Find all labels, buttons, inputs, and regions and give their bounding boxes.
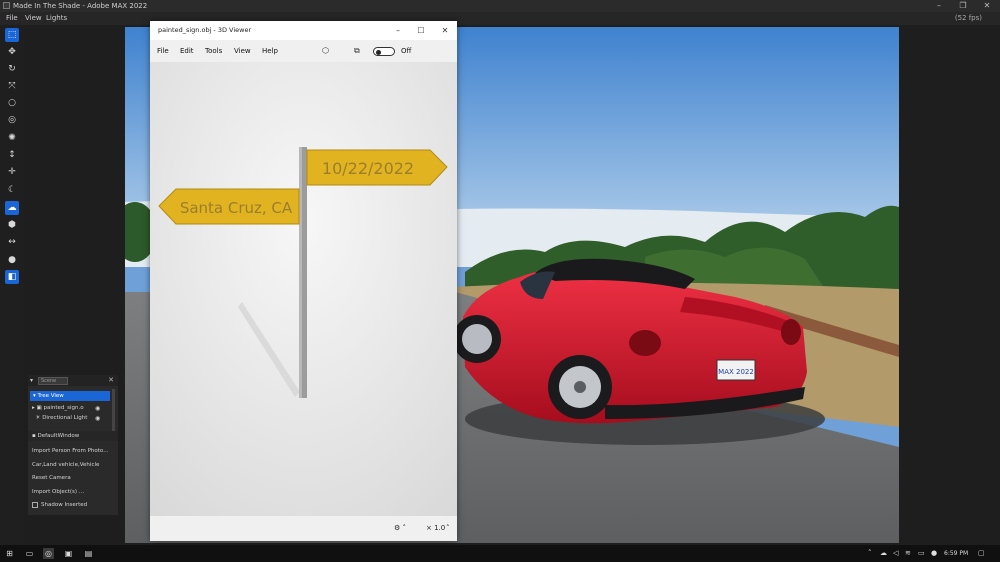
- animation-icon[interactable]: ⚙ ˄: [394, 516, 406, 541]
- filter-icon[interactable]: ▾: [30, 377, 33, 384]
- tree-item-label: painted_sign.o: [43, 405, 84, 411]
- fps-readout: (52 fps): [954, 14, 982, 22]
- cube-tool-icon[interactable]: ⬢: [5, 218, 19, 232]
- orbit-tool-icon[interactable]: ○: [5, 96, 19, 110]
- viewer-statusbar: ⚙ ˄ × 1.0 ˄: [150, 516, 457, 541]
- scene-panel-header: ▾ Scene ✕: [28, 375, 118, 386]
- shadow-inserted-toggle[interactable]: Shadow Inserted: [32, 500, 87, 510]
- measure-tool-icon[interactable]: ↔: [5, 235, 19, 249]
- os-taskbar: ⊞ ▭ ◎ ▣ ▤ ˄ ☁ ◁ ≋ ▭ ● 6:59 PM ▢: [0, 545, 1000, 562]
- height-tool-icon[interactable]: ↕: [5, 148, 19, 162]
- menu-lights[interactable]: Lights: [46, 12, 67, 25]
- viewer-titlebar: painted_sign.obj - 3D Viewer – ☐ ✕: [150, 21, 457, 40]
- viewer-maximize-button[interactable]: ☐: [410, 21, 432, 40]
- menu-file[interactable]: File: [6, 12, 18, 25]
- tree-item-painted-sign[interactable]: ▸ ▣ painted_sign.o ◉: [32, 404, 112, 413]
- tree-view-label: Tree View: [37, 393, 64, 399]
- sphere-tool-icon[interactable]: ●: [5, 253, 19, 267]
- left-toolbar: ⬚ ✥ ↻ ⤧ ○ ◎ ✺ ↕ ✛ ☾ ☁ ⬢ ↔ ● ◧: [0, 25, 24, 545]
- lighting-toggle[interactable]: [373, 47, 395, 56]
- maximize-button[interactable]: ❐: [954, 0, 972, 12]
- scene-panel: ▾ Scene ✕ ▾ Tree View ▸ ▣ painted_sign.o…: [28, 375, 118, 515]
- sign-left-text: Santa Cruz, CA: [180, 199, 293, 217]
- toggle-knob: [376, 49, 381, 55]
- start-icon[interactable]: ⊞: [4, 548, 15, 559]
- shadow-checkbox[interactable]: [32, 501, 38, 508]
- viewer-menu-edit[interactable]: Edit: [180, 40, 194, 62]
- close-icon[interactable]: ✕: [108, 376, 114, 384]
- target-tool-icon[interactable]: ◎: [5, 113, 19, 127]
- speaker-icon[interactable]: ◁: [893, 545, 898, 562]
- moon-tool-icon[interactable]: ☾: [5, 183, 19, 197]
- minimize-button[interactable]: –: [930, 0, 948, 12]
- battery-icon[interactable]: ▭: [918, 545, 925, 562]
- select-tool-icon[interactable]: ⬚: [5, 28, 19, 42]
- app-titlebar: Made In The Shade - Adobe MAX 2022 – ❐ ✕: [0, 0, 1000, 12]
- viewer-close-button[interactable]: ✕: [434, 21, 456, 40]
- terminal-icon[interactable]: ▤: [83, 548, 94, 559]
- app-title: Made In The Shade - Adobe MAX 2022: [13, 2, 148, 10]
- viewer-menu-tools[interactable]: Tools: [205, 40, 222, 62]
- viewer-menu-help[interactable]: Help: [262, 40, 278, 62]
- tray-chevron-icon[interactable]: ˄: [868, 545, 872, 562]
- rotate-tool-icon[interactable]: ↻: [5, 62, 19, 76]
- default-window-section[interactable]: ▪ DefaultWindow: [28, 431, 118, 441]
- menu-view[interactable]: View: [25, 12, 42, 25]
- viewer-minimize-button[interactable]: –: [387, 21, 409, 40]
- viewer-canvas[interactable]: 10/22/2022 Santa Cruz, CA: [150, 62, 457, 516]
- viewer-menubar: File Edit Tools View Help ⬡ ⧉ Off: [150, 40, 457, 62]
- sign-model: 10/22/2022 Santa Cruz, CA: [150, 62, 457, 516]
- move-tool-icon[interactable]: ✥: [5, 45, 19, 59]
- app-logo-icon: [3, 2, 10, 9]
- light-tool-icon[interactable]: ✺: [5, 131, 19, 145]
- viewer-menu-view[interactable]: View: [234, 40, 251, 62]
- reset-camera-button[interactable]: Reset Camera: [32, 473, 71, 483]
- scale-tool-icon[interactable]: ⤧: [5, 79, 19, 93]
- toggle-label: Off: [401, 47, 412, 55]
- eye-icon[interactable]: ◉: [95, 404, 100, 413]
- clock: 6:59 PM: [944, 550, 969, 557]
- import-objects-button[interactable]: Import Object(s) ...: [32, 487, 84, 497]
- eye-icon[interactable]: ◉: [95, 414, 100, 423]
- record-icon[interactable]: ●: [931, 545, 937, 562]
- shadow-label: Shadow Inserted: [41, 502, 88, 508]
- network-icon[interactable]: ☁: [880, 545, 887, 562]
- explorer-icon[interactable]: ▭: [24, 548, 35, 559]
- viewer-window: painted_sign.obj - 3D Viewer – ☐ ✕ File …: [150, 21, 457, 541]
- tree-view-header[interactable]: ▾ Tree View: [30, 391, 110, 401]
- sign-right-text: 10/22/2022: [322, 159, 414, 178]
- notifications-icon[interactable]: ▢: [978, 545, 985, 562]
- lighting-icon[interactable]: ⧉: [354, 40, 360, 62]
- viewer-menu-file[interactable]: File: [157, 40, 169, 62]
- section-label: DefaultWindow: [37, 433, 80, 439]
- app-icon[interactable]: ◎: [43, 548, 54, 559]
- zoom-readout: × 1.0: [426, 524, 446, 532]
- tree-item-label: Directional Light: [42, 415, 88, 421]
- viewer-taskbar-icon[interactable]: ▣: [63, 548, 74, 559]
- 3d-object-icon[interactable]: ⬡: [322, 40, 329, 62]
- zoom-chevron-icon[interactable]: ˄: [446, 516, 450, 541]
- viewer-title: painted_sign.obj - 3D Viewer: [158, 26, 252, 34]
- vehicle-label-button[interactable]: Car,Land vehicle,Vehicle: [32, 460, 99, 470]
- import-person-button[interactable]: Import Person From Photo...: [32, 446, 108, 456]
- wifi-icon[interactable]: ≋: [905, 545, 911, 562]
- close-button[interactable]: ✕: [978, 0, 996, 12]
- shade-tool-icon[interactable]: ☁: [5, 201, 19, 215]
- render-tool-icon[interactable]: ◧: [5, 270, 19, 284]
- pan-tool-icon[interactable]: ✛: [5, 165, 19, 179]
- tree-item-directional-light[interactable]: ☀ Directional Light ◉: [32, 414, 112, 423]
- license-plate-text: MAX 2022: [718, 368, 754, 376]
- scene-search-input[interactable]: Scene: [38, 377, 68, 385]
